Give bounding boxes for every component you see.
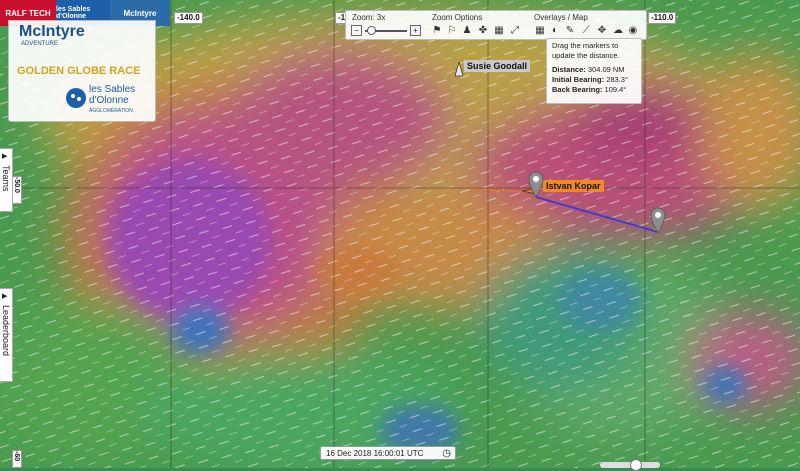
distance-value: 304.09 NM (587, 65, 625, 74)
wind-arrows-icon[interactable]: ✥ (596, 25, 608, 37)
sables-emblem-icon (66, 88, 86, 108)
distance-marker-end[interactable] (650, 206, 666, 234)
distance-hint: update the distance. (552, 51, 620, 60)
sables-wordmark-3: AGGLOMÉRATION (89, 108, 133, 114)
globe-icon[interactable]: ◉ (627, 25, 639, 37)
flag-icon[interactable]: ⚑ (431, 25, 443, 37)
clock-icon[interactable]: ◷ (442, 447, 451, 461)
flag-list-icon[interactable]: ⚐ (446, 25, 458, 37)
expand-arrow-icon: ▶ (2, 153, 8, 160)
distance-key: Distance: (552, 65, 586, 74)
latitude-label: -60 (12, 450, 22, 468)
zoom-options-label: Zoom Options (432, 13, 483, 22)
time-slider-knob[interactable] (630, 459, 642, 471)
teams-icon[interactable]: ✤ (477, 25, 489, 37)
initial-bearing-row: Initial Bearing: 283.3° (552, 75, 636, 85)
initial-bearing-value: 283.3° (606, 75, 628, 84)
mcintyre-tagline: ADVENTURE (21, 41, 59, 47)
zoom-slider-knob[interactable] (367, 26, 377, 35)
timestamp-bar[interactable]: 16 Dec 2018 16:00:01 UTC ◷ (320, 446, 456, 460)
teams-tab-label: Teams (1, 165, 11, 192)
overlays-label: Overlays / Map (534, 13, 588, 22)
teams-tab[interactable]: ▶ Teams (0, 148, 13, 212)
initial-bearing-key: Initial Bearing: (552, 75, 605, 84)
distance-row: Distance: 304.09 NM (552, 65, 636, 75)
longitude-label: -140.0 (174, 12, 203, 24)
zoom-in-button[interactable]: + (410, 25, 421, 36)
expand-icon[interactable]: ⤢ (509, 25, 521, 37)
map-toolbar: Zoom: 3x − + Zoom Options ⚑ ⚐ ♟ ✤ ▦ ⤢ Ov… (345, 10, 647, 40)
latitude-label: -50.0 (12, 176, 22, 204)
zoom-label: Zoom: 3x (352, 13, 386, 22)
mcintyre-wordmark: McIntyre (19, 23, 85, 40)
ggr-logo: GOLDEN GLOBE RACE (17, 65, 141, 77)
leaderboard-tab-label: Leaderboard (1, 305, 11, 357)
longitude-label: -110.0 (648, 12, 677, 24)
boat-icon[interactable] (455, 62, 463, 78)
back-bearing-row: Back Bearing: 109.4° (552, 85, 636, 95)
boat-label-susie[interactable]: Susie Goodall (464, 60, 531, 72)
zoom-out-button[interactable]: − (351, 25, 362, 36)
expand-arrow-icon: ▶ (2, 293, 8, 300)
distance-marker-start[interactable] (528, 170, 544, 198)
graticule-icon[interactable]: ▦ (534, 25, 546, 37)
distance-panel: Drag the markers to update the distance.… (546, 38, 642, 104)
group-icon[interactable]: ♟ (461, 25, 473, 37)
weather-icon[interactable]: ☁ (612, 25, 624, 37)
wind-icon[interactable]: ✎ (564, 25, 576, 37)
distance-hint: Drag the markers to (552, 41, 619, 50)
sponsor-logo-panel: McIntyre ADVENTURE GOLDEN GLOBE RACE les… (8, 20, 156, 122)
back-bearing-key: Back Bearing: (552, 85, 603, 94)
sables-wordmark-1: les Sables (89, 84, 136, 95)
back-bearing-value: 109.4° (604, 85, 627, 94)
sables-wordmark-2: d'Olonne (89, 95, 129, 106)
timestamp-text: 16 Dec 2018 16:00:01 UTC (326, 449, 424, 458)
grid-overlay-icon[interactable]: ▦ (493, 25, 505, 37)
day-night-icon[interactable]: ◐ (549, 25, 561, 37)
boat-label-istvan[interactable]: Istvan Kopar (543, 180, 604, 192)
time-slider[interactable] (600, 459, 660, 471)
distance-tool-icon[interactable]: ⟋ (580, 25, 592, 37)
zoom-slider[interactable] (365, 26, 407, 35)
leaderboard-tab[interactable]: ▶ Leaderboard (0, 288, 13, 382)
